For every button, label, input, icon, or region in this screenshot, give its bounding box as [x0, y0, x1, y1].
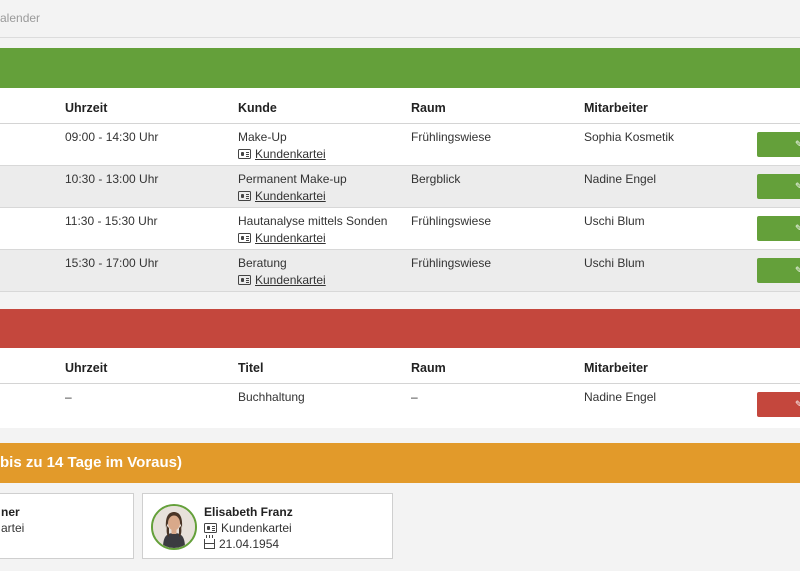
appointment-room: Frühlingswiese — [411, 256, 492, 270]
appointment-staff: Nadine Engel — [584, 172, 657, 186]
column-header-staff: Mitarbeiter — [584, 361, 648, 375]
birthdays-section-header: bis zu 14 Tage im Voraus) — [0, 443, 800, 483]
edit-appointment-button[interactable]: ✎ — [757, 216, 800, 241]
column-header-room: Raum — [411, 361, 446, 375]
birthdays-section-title: bis zu 14 Tage im Voraus) — [0, 454, 182, 471]
appointment-service: Beratung — [238, 256, 287, 270]
blockers-table-header: Uhrzeit Titel Raum Mitarbeiter — [0, 348, 800, 384]
table-row: 09:00 - 14:30 Uhr Make-Up Kundenkartei F… — [0, 124, 800, 166]
column-header-room: Raum — [411, 101, 446, 115]
appointments-section-header — [0, 48, 800, 88]
breadcrumb[interactable]: alender — [0, 11, 40, 25]
blocker-time: – — [65, 390, 72, 404]
column-header-time: Uhrzeit — [65, 101, 108, 115]
cake-icon — [204, 535, 215, 549]
birthday-name: Elisabeth Franz — [204, 505, 293, 519]
customer-card-link[interactable]: Kundenkartei — [238, 231, 326, 245]
customer-card-link[interactable]: Kundenkartei — [238, 147, 326, 161]
birthday-date: 21.04.1954 — [204, 535, 279, 551]
pencil-icon: ✎ — [795, 139, 800, 149]
appointment-service: Permanent Make-up — [238, 172, 347, 186]
avatar — [151, 504, 197, 550]
blockers-section-header — [0, 309, 800, 349]
edit-blocker-button[interactable]: ✎ — [757, 392, 800, 417]
appointment-time: 09:00 - 14:30 Uhr — [65, 130, 159, 144]
table-row: – Buchhaltung – Nadine Engel ✎ — [0, 384, 800, 428]
appointment-staff: Uschi Blum — [584, 214, 645, 228]
edit-appointment-button[interactable]: ✎ — [757, 132, 800, 157]
customer-card-link[interactable]: Kundenkartei — [238, 189, 326, 203]
column-header-staff: Mitarbeiter — [584, 101, 648, 115]
blocker-room: – — [411, 390, 418, 404]
table-row: 10:30 - 13:00 Uhr Permanent Make-up Kund… — [0, 166, 800, 208]
appointments-table-header: Uhrzeit Kunde Raum Mitarbeiter — [0, 88, 800, 124]
birthday-name: ner — [1, 505, 20, 519]
customer-card-link[interactable]: artei — [1, 521, 24, 535]
pencil-icon: ✎ — [795, 181, 800, 191]
id-card-icon — [238, 149, 251, 159]
appointment-time: 15:30 - 17:00 Uhr — [65, 256, 159, 270]
birthday-card[interactable]: Elisabeth Franz Kundenkartei 21.04.1954 — [142, 493, 393, 559]
table-row: 11:30 - 15:30 Uhr Hautanalyse mittels So… — [0, 208, 800, 250]
blocker-staff: Nadine Engel — [584, 390, 657, 404]
pencil-icon: ✎ — [795, 265, 800, 275]
customer-card-link[interactable]: Kundenkartei — [204, 521, 292, 535]
appointment-time: 11:30 - 15:30 Uhr — [65, 214, 158, 228]
person-photo-icon — [153, 506, 195, 548]
blocker-title: Buchhaltung — [238, 390, 305, 404]
column-header-time: Uhrzeit — [65, 361, 108, 375]
id-card-icon — [238, 275, 251, 285]
edit-appointment-button[interactable]: ✎ — [757, 258, 800, 283]
column-header-title: Titel — [238, 361, 264, 375]
birthday-card[interactable]: ner artei — [0, 493, 134, 559]
appointment-service: Make-Up — [238, 130, 287, 144]
appointment-staff: Sophia Kosmetik — [584, 130, 675, 144]
appointment-time: 10:30 - 13:00 Uhr — [65, 172, 159, 186]
appointment-service: Hautanalyse mittels Sonden — [238, 214, 388, 228]
column-header-customer: Kunde — [238, 101, 277, 115]
pencil-icon: ✎ — [795, 223, 800, 233]
appointment-staff: Uschi Blum — [584, 256, 645, 270]
appointment-room: Frühlingswiese — [411, 130, 492, 144]
appointment-room: Frühlingswiese — [411, 214, 492, 228]
table-row: 15:30 - 17:00 Uhr Beratung Kundenkartei … — [0, 250, 800, 292]
edit-appointment-button[interactable]: ✎ — [757, 174, 800, 199]
customer-card-link[interactable]: Kundenkartei — [238, 273, 326, 287]
id-card-icon — [238, 233, 251, 243]
id-card-icon — [238, 191, 251, 201]
appointment-room: Bergblick — [411, 172, 461, 186]
pencil-icon: ✎ — [795, 399, 800, 409]
id-card-icon — [204, 523, 217, 533]
top-bar: alender — [0, 0, 800, 38]
